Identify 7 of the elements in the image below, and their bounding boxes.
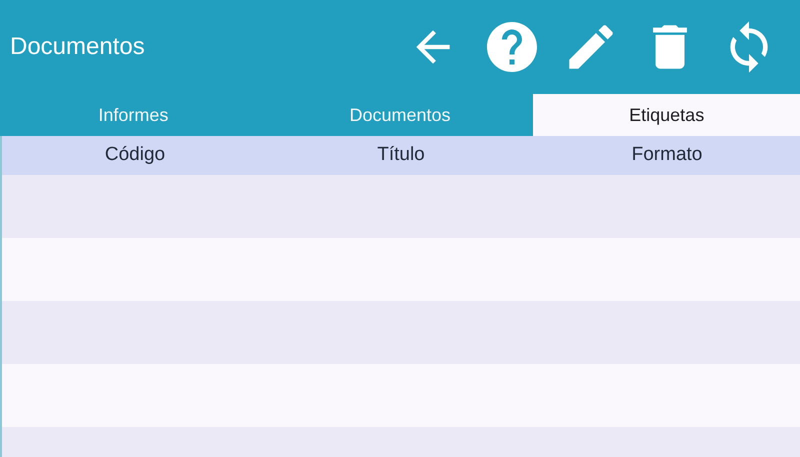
tab[interactable]: Etiquetas xyxy=(533,94,800,136)
tab[interactable]: Documentos xyxy=(266,94,534,136)
tab[interactable]: Informes xyxy=(0,94,267,136)
app-title: Documentos xyxy=(10,32,146,62)
column-header: Código xyxy=(104,143,166,168)
column-header: Formato xyxy=(632,143,702,168)
column-header: Título xyxy=(377,143,425,168)
